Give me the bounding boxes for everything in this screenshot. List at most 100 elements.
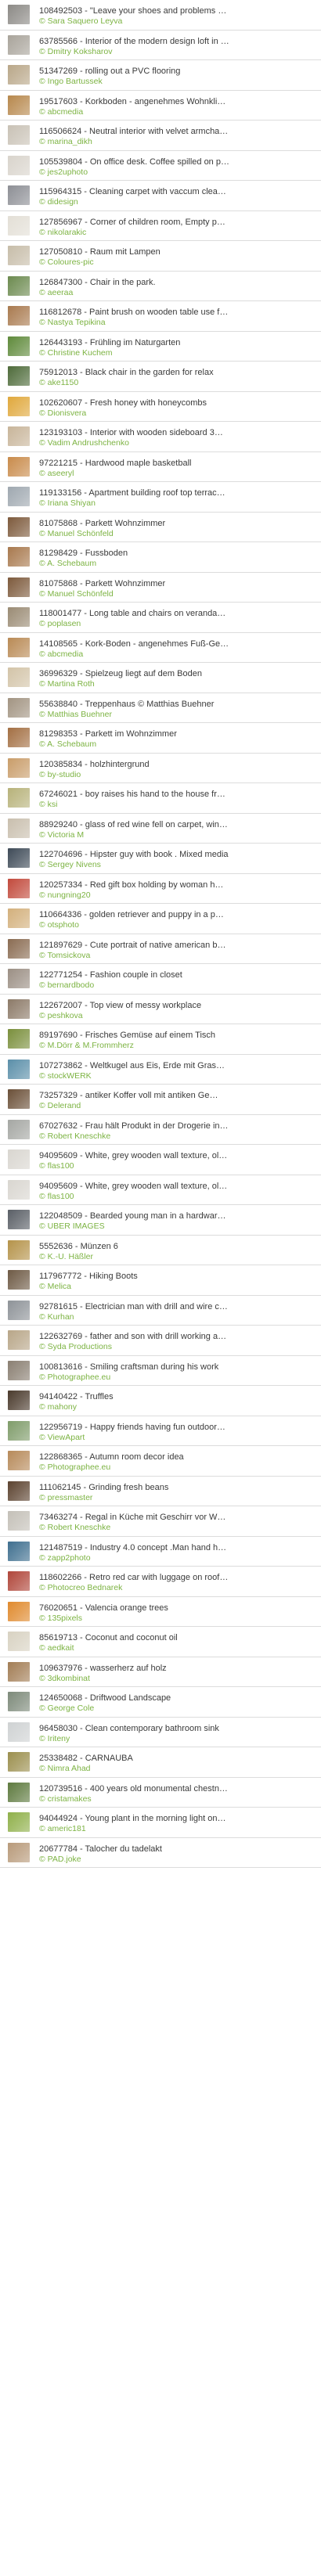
list-item[interactable]: 14108565 - Kork-Boden - angenehmes Fuß-G…	[0, 633, 321, 663]
image-thumbnail[interactable]	[8, 969, 30, 988]
item-title[interactable]: 94095609 - White, grey wooden wall textu…	[39, 1151, 315, 1160]
item-title[interactable]: 92781615 - Electrician man with drill an…	[39, 1302, 315, 1311]
list-item[interactable]: 96458030 - Clean contemporary bathroom s…	[0, 1718, 321, 1747]
item-title[interactable]: 20677784 - Talocher du tadelakt	[39, 1844, 315, 1854]
image-thumbnail[interactable]	[8, 1661, 30, 1682]
item-title[interactable]: 120385834 - holzhintergrund	[39, 760, 315, 769]
item-author[interactable]: © 3dkombinat	[39, 1674, 315, 1683]
list-item[interactable]: 122956719 - Happy friends having fun out…	[0, 1416, 321, 1446]
list-item[interactable]: 81075868 - Parkett Wohnzimmer © Manuel Sc…	[0, 573, 321, 603]
image-thumbnail[interactable]	[8, 1360, 30, 1380]
list-item[interactable]: 67027632 - Frau hält Produkt in der Drog…	[0, 1115, 321, 1145]
item-title[interactable]: 109637976 - wasserherz auf holz	[39, 1664, 315, 1673]
list-item[interactable]: 105539804 - On office desk. Coffee spill…	[0, 151, 321, 181]
list-item[interactable]: 121897629 - Cute portrait of native amer…	[0, 934, 321, 964]
list-item[interactable]: 127856967 - Corner of children room, Emp…	[0, 211, 321, 241]
item-author[interactable]: © Iriteny	[39, 1734, 315, 1743]
image-thumbnail[interactable]	[8, 908, 30, 928]
image-thumbnail[interactable]	[8, 1451, 30, 1470]
item-title[interactable]: 108492503 - "Leave your shoes and proble…	[39, 6, 315, 16]
list-item[interactable]: 122048509 - Bearded young man in a hardw…	[0, 1205, 321, 1236]
item-author[interactable]: © ViewApart	[39, 1433, 315, 1442]
item-title[interactable]: 102620607 - Fresh honey with honeycombs	[39, 398, 315, 408]
item-author[interactable]: © UBER IMAGES	[39, 1221, 315, 1231]
item-author[interactable]: © Christine Kuchem	[39, 348, 315, 358]
item-title[interactable]: 122048509 - Bearded young man in a hardw…	[39, 1211, 315, 1221]
list-item[interactable]: 97221215 - Hardwood maple basketball © as…	[0, 452, 321, 482]
item-title[interactable]: 111062145 - Grinding fresh beans	[39, 1483, 315, 1492]
item-title[interactable]: 105539804 - On office desk. Coffee spill…	[39, 157, 315, 167]
item-title[interactable]: 121487519 - Industry 4.0 concept .Man ha…	[39, 1543, 315, 1552]
item-author[interactable]: © Nimra Ahad	[39, 1764, 315, 1773]
item-author[interactable]: © Photocreo Bednarek	[39, 1583, 315, 1592]
item-author[interactable]: © PAD.joke	[39, 1855, 315, 1864]
item-author[interactable]: © aedkait	[39, 1643, 315, 1653]
item-title[interactable]: 122704696 - Hipster guy with book . Mixe…	[39, 850, 315, 859]
item-author[interactable]: © stockWERK	[39, 1071, 315, 1081]
item-author[interactable]: © marina_dikh	[39, 137, 315, 146]
item-title[interactable]: 122632769 - father and son with drill wo…	[39, 1332, 315, 1341]
item-author[interactable]: © Photographee.eu	[39, 1462, 315, 1472]
item-author[interactable]: © zapp2photo	[39, 1553, 315, 1563]
item-title[interactable]: 118001477 - Long table and chairs on ver…	[39, 609, 315, 618]
list-item[interactable]: 67246021 - boy raises his hand to the ho…	[0, 783, 321, 814]
list-item[interactable]: 122704696 - Hipster guy with book . Mixe…	[0, 844, 321, 874]
item-title[interactable]: 67246021 - boy raises his hand to the ho…	[39, 790, 315, 799]
image-thumbnail[interactable]	[8, 788, 30, 808]
item-author[interactable]: © Robert Kneschke	[39, 1131, 315, 1141]
list-item[interactable]: 122771254 - Fashion couple in closet © be…	[0, 964, 321, 995]
list-item[interactable]: 116812678 - Paint brush on wooden table …	[0, 301, 321, 332]
image-thumbnail[interactable]	[8, 5, 30, 24]
list-item[interactable]: 121487519 - Industry 4.0 concept .Man ha…	[0, 1537, 321, 1567]
item-title[interactable]: 81075868 - Parkett Wohnzimmer	[39, 579, 315, 588]
list-item[interactable]: 94095609 - White, grey wooden wall textu…	[0, 1145, 321, 1175]
list-item[interactable]: 107273862 - Weltkugel aus Eis, Erde mit …	[0, 1055, 321, 1085]
item-title[interactable]: 14108565 - Kork-Boden - angenehmes Fuß-G…	[39, 639, 315, 649]
item-author[interactable]: © K.-U. Häßler	[39, 1252, 315, 1261]
item-title[interactable]: 51347269 - rolling out a PVC flooring	[39, 67, 315, 76]
list-item[interactable]: 120257334 - Red gift box holding by woma…	[0, 874, 321, 904]
image-thumbnail[interactable]	[8, 667, 30, 687]
item-author[interactable]: © Victoria M	[39, 830, 315, 840]
image-thumbnail[interactable]	[8, 275, 30, 296]
list-item[interactable]: 118602266 - Retro red car with luggage o…	[0, 1567, 321, 1597]
image-thumbnail[interactable]	[8, 1420, 30, 1441]
list-item[interactable]: 94140422 - Truffles © mahony	[0, 1386, 321, 1416]
item-author[interactable]: © nungning20	[39, 890, 315, 900]
image-thumbnail[interactable]	[8, 246, 30, 265]
item-title[interactable]: 76020651 - Valencia orange trees	[39, 1603, 315, 1613]
list-item[interactable]: 94095609 - White, grey wooden wall textu…	[0, 1175, 321, 1205]
item-author[interactable]: © Ingo Bartussek	[39, 77, 315, 86]
list-item[interactable]: 20677784 - Talocher du tadelakt © PAD.jok…	[0, 1838, 321, 1868]
image-thumbnail[interactable]	[8, 155, 30, 175]
item-author[interactable]: © Photographee.eu	[39, 1373, 315, 1382]
item-author[interactable]: © flas100	[39, 1161, 315, 1171]
image-thumbnail[interactable]	[8, 637, 30, 657]
list-item[interactable]: 36996329 - Spielzeug liegt auf dem Boden…	[0, 663, 321, 693]
item-title[interactable]: 127856967 - Corner of children room, Emp…	[39, 218, 315, 227]
item-title[interactable]: 110664336 - golden retriever and puppy i…	[39, 910, 315, 919]
item-author[interactable]: © abcmedia	[39, 107, 315, 117]
item-title[interactable]: 127050810 - Raum mit Lampen	[39, 247, 315, 257]
item-title[interactable]: 89197690 - Frisches Gemüse auf einem Tis…	[39, 1031, 315, 1040]
list-item[interactable]: 89197690 - Frisches Gemüse auf einem Tis…	[0, 1024, 321, 1055]
item-author[interactable]: © M.Dörr & M.Frommherz	[39, 1041, 315, 1050]
item-title[interactable]: 81075868 - Parkett Wohnzimmer	[39, 519, 315, 528]
item-title[interactable]: 120257334 - Red gift box holding by woma…	[39, 880, 315, 890]
image-thumbnail[interactable]	[8, 516, 30, 537]
item-author[interactable]: © abcmedia	[39, 649, 315, 659]
item-author[interactable]: © Melica	[39, 1282, 315, 1291]
image-thumbnail[interactable]	[8, 848, 30, 868]
list-item[interactable]: 123193103 - Interior with wooden sideboa…	[0, 422, 321, 452]
image-thumbnail[interactable]	[8, 1270, 30, 1290]
item-title[interactable]: 117967772 - Hiking Boots	[39, 1272, 315, 1281]
item-author[interactable]: © Dionisvera	[39, 408, 315, 418]
list-item[interactable]: 120739516 - 400 years old monumental che…	[0, 1778, 321, 1808]
image-thumbnail[interactable]	[8, 1511, 30, 1531]
list-item[interactable]: 100813616 - Smiling craftsman during his…	[0, 1356, 321, 1386]
list-item[interactable]: 85619713 - Coconut and coconut oil © aedk…	[0, 1627, 321, 1657]
image-thumbnail[interactable]	[8, 1722, 30, 1742]
list-item[interactable]: 118001477 - Long table and chairs on ver…	[0, 603, 321, 633]
item-author[interactable]: © ksi	[39, 800, 315, 809]
image-thumbnail[interactable]	[8, 1541, 30, 1561]
